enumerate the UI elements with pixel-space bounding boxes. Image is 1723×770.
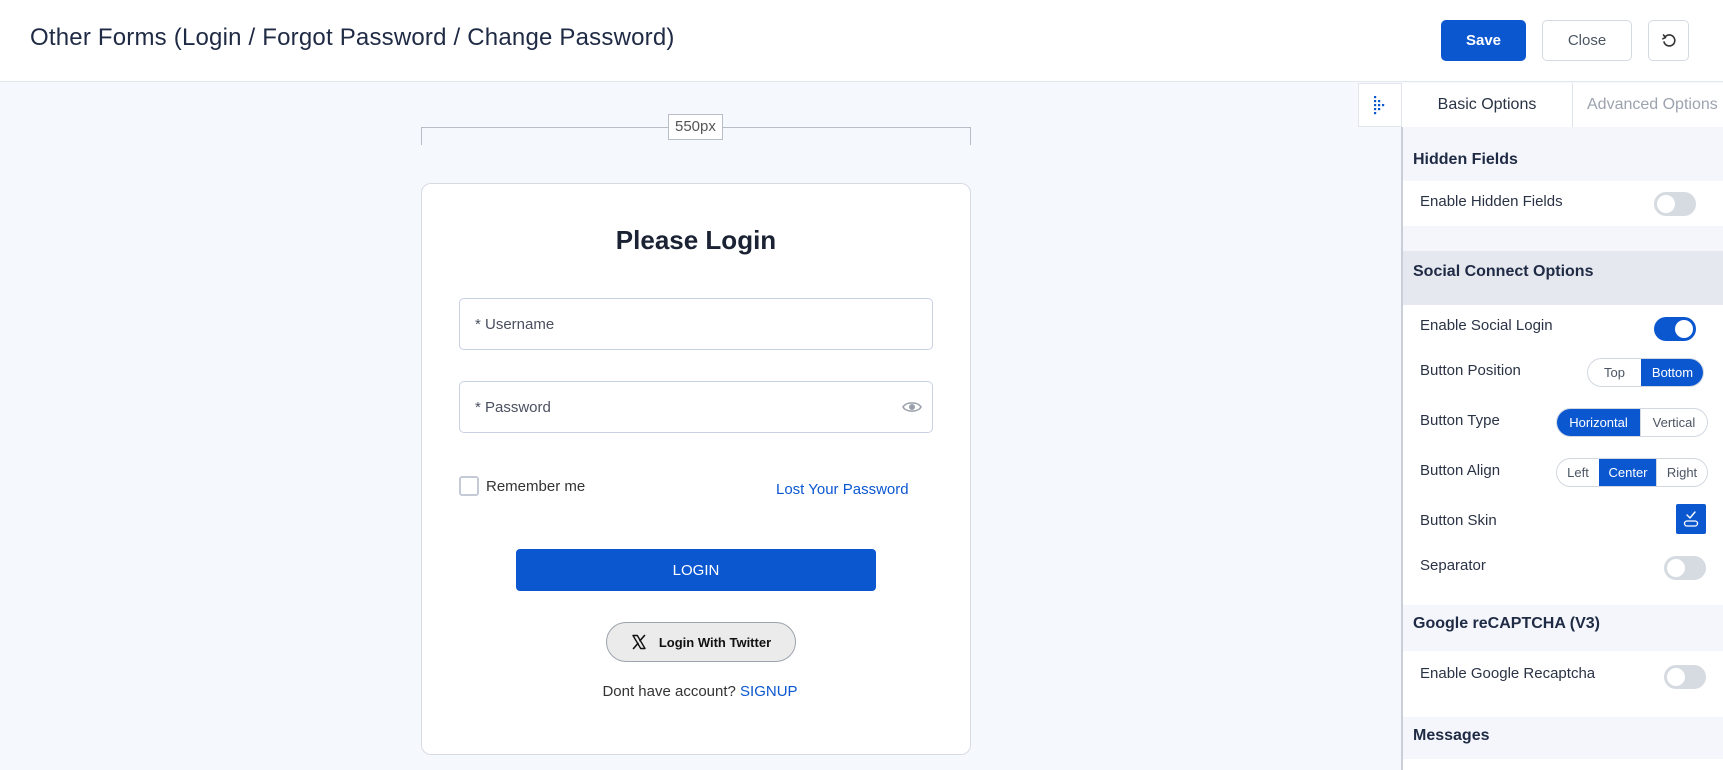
- button-position-label: Button Position: [1420, 362, 1521, 379]
- separator-label: Separator: [1420, 557, 1486, 574]
- type-option-horizontal[interactable]: Horizontal: [1557, 409, 1640, 436]
- button-align-selector: Left Center Right: [1556, 458, 1708, 487]
- hidden-fields-toggle[interactable]: [1654, 192, 1696, 216]
- align-option-center[interactable]: Center: [1599, 459, 1656, 486]
- reset-button[interactable]: [1648, 20, 1689, 61]
- position-option-top[interactable]: Top: [1588, 359, 1641, 386]
- enable-social-login-label: Enable Social Login: [1420, 317, 1553, 334]
- button-position-selector: Top Bottom: [1587, 358, 1704, 387]
- login-form-card: Please Login Remember me Lost Your Passw…: [421, 183, 971, 755]
- remember-label: Remember me: [486, 477, 586, 495]
- login-button[interactable]: LOGIN: [516, 549, 876, 591]
- dots-grid-icon: [1374, 96, 1385, 115]
- save-button[interactable]: Save: [1441, 20, 1526, 61]
- recaptcha-section: Enable Google Recaptcha: [1403, 651, 1723, 717]
- top-header: Other Forms (Login / Forgot Password / C…: [0, 0, 1723, 82]
- separator-toggle[interactable]: [1664, 556, 1706, 580]
- password-input[interactable]: [460, 382, 932, 432]
- lost-password-link[interactable]: Lost Your Password: [776, 481, 909, 498]
- skin-check-icon: [1683, 511, 1699, 527]
- twitter-login-button[interactable]: Login With Twitter: [606, 622, 796, 662]
- social-connect-section: Enable Social Login Button Position Top …: [1403, 305, 1723, 605]
- username-field[interactable]: [459, 298, 933, 350]
- button-align-label: Button Align: [1420, 462, 1501, 479]
- eye-icon[interactable]: [902, 398, 922, 416]
- signup-link[interactable]: SIGNUP: [740, 683, 798, 700]
- page-title: Other Forms (Login / Forgot Password / C…: [30, 24, 675, 51]
- messages-title: Messages: [1413, 727, 1490, 744]
- hidden-fields-section: Enable Hidden Fields: [1403, 181, 1723, 226]
- close-button[interactable]: Close: [1542, 20, 1632, 61]
- social-login-toggle[interactable]: [1654, 317, 1696, 341]
- hidden-fields-title: Hidden Fields: [1413, 151, 1518, 168]
- button-skin-label: Button Skin: [1420, 512, 1497, 529]
- recaptcha-toggle[interactable]: [1664, 665, 1706, 689]
- tab-basic-options[interactable]: Basic Options: [1402, 83, 1572, 127]
- panel-toggle[interactable]: [1358, 83, 1402, 127]
- twitter-button-label: Login With Twitter: [658, 634, 772, 650]
- enable-recaptcha-label: Enable Google Recaptcha: [1420, 665, 1596, 682]
- social-connect-title: Social Connect Options: [1413, 263, 1594, 280]
- form-title: Please Login: [615, 225, 777, 255]
- password-field[interactable]: [459, 381, 933, 433]
- recaptcha-title: Google reCAPTCHA (V3): [1413, 615, 1600, 632]
- undo-icon: [1661, 33, 1676, 47]
- messages-section: [1403, 759, 1723, 770]
- button-type-label: Button Type: [1420, 412, 1500, 429]
- button-skin-picker[interactable]: [1676, 504, 1706, 534]
- width-label: 550px: [668, 114, 723, 140]
- align-option-left[interactable]: Left: [1557, 459, 1599, 486]
- button-type-selector: Horizontal Vertical: [1556, 408, 1708, 437]
- align-option-right[interactable]: Right: [1656, 459, 1707, 486]
- x-logo-icon: [632, 634, 646, 650]
- signup-line: Dont have account? SIGNUP: [422, 683, 970, 700]
- tab-advanced-options[interactable]: Advanced Options: [1572, 83, 1723, 127]
- remember-checkbox[interactable]: [459, 476, 479, 496]
- options-panel: Hidden Fields Enable Hidden Fields Socia…: [1401, 127, 1723, 770]
- remember-me[interactable]: Remember me: [459, 476, 585, 496]
- signup-prompt: Dont have account?: [602, 683, 736, 700]
- position-option-bottom[interactable]: Bottom: [1641, 359, 1703, 386]
- type-option-vertical[interactable]: Vertical: [1640, 409, 1707, 436]
- username-input[interactable]: [460, 299, 932, 349]
- enable-hidden-fields-label: Enable Hidden Fields: [1420, 193, 1563, 210]
